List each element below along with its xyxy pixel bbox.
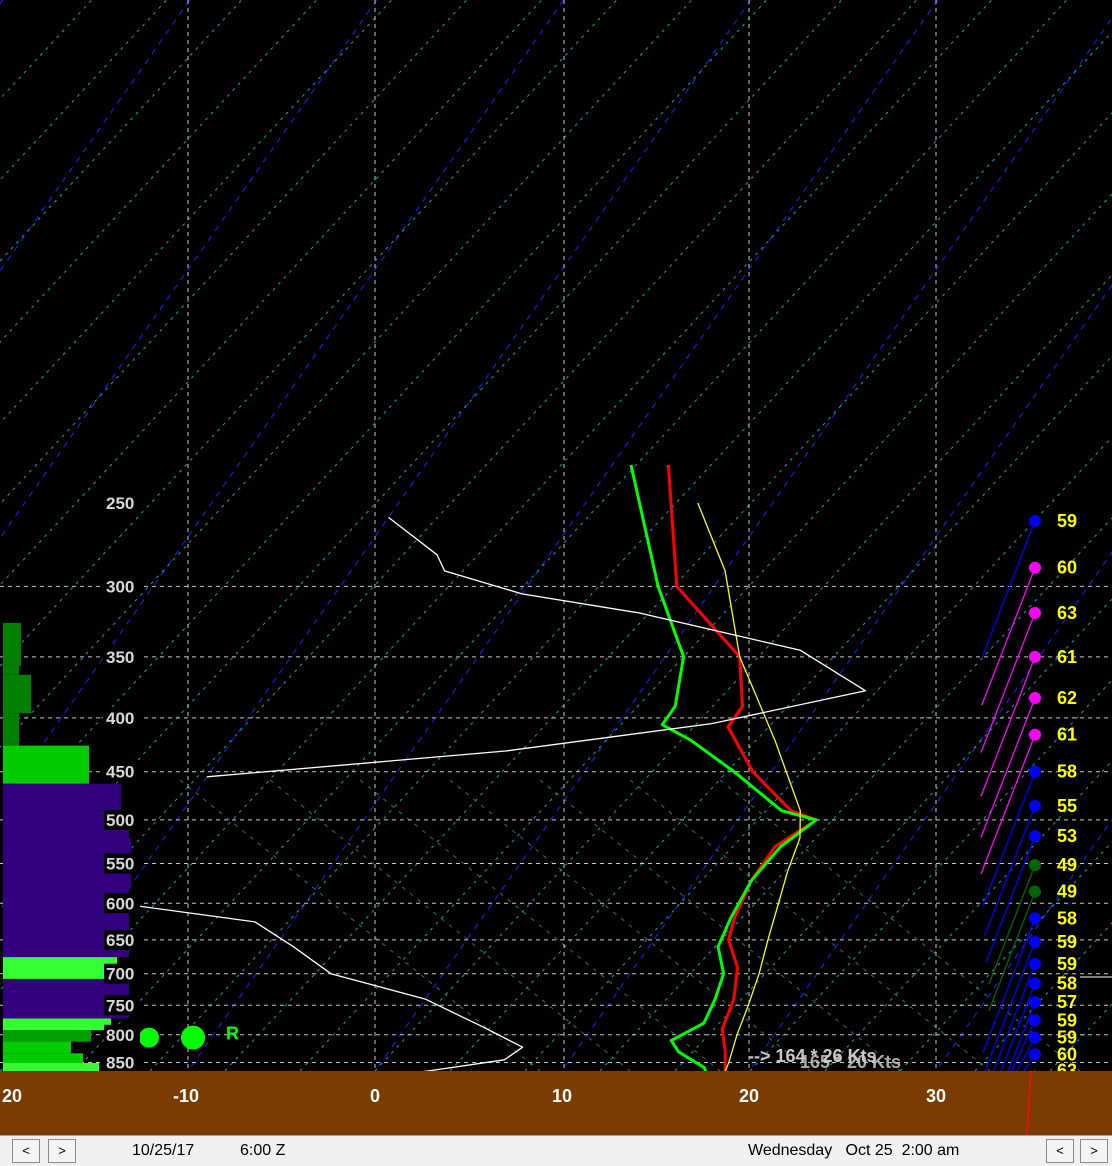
wind-speed-label: 59 — [1057, 511, 1077, 531]
chart-background — [0, 0, 1112, 1135]
precip-type-label: R — [226, 1024, 239, 1044]
cloud-layer-bar — [3, 1018, 111, 1031]
cloud-layer-bar — [3, 1030, 91, 1042]
wind-dot — [1029, 977, 1041, 990]
wind-dot — [1029, 650, 1041, 663]
pressure-label: 850 — [106, 1053, 134, 1072]
cloud-layer-bar — [3, 622, 21, 666]
pressure-label: 550 — [106, 854, 134, 873]
valid-time: Wednesday Oct 25 2:00 am — [748, 1142, 960, 1159]
wind-speed-label: 55 — [1057, 796, 1077, 816]
wind-speed-label: 59 — [1057, 932, 1077, 952]
precip-dot — [181, 1025, 205, 1050]
cloud-layer-bar — [3, 1041, 71, 1054]
precip-dot — [139, 1027, 159, 1048]
prev-page-button[interactable]: < — [1046, 1139, 1074, 1163]
cloud-layer-bar — [3, 674, 31, 714]
wind-dot — [1029, 692, 1041, 705]
next-time-button[interactable]: > — [48, 1139, 76, 1163]
cloud-layer-bar — [3, 713, 19, 746]
wind-dot — [1029, 1014, 1041, 1027]
wind-dot — [1029, 859, 1041, 872]
pressure-label: 400 — [106, 709, 134, 728]
pressure-label: 750 — [106, 996, 134, 1015]
init-date: 10/25/17 — [132, 1142, 195, 1159]
wind-dot — [1029, 765, 1041, 778]
wind-speed-label: 58 — [1057, 908, 1077, 928]
wind-dot — [1029, 957, 1041, 970]
wind-dot — [1029, 996, 1041, 1009]
wind-speed-label: 49 — [1057, 855, 1077, 875]
wind-speed-label: 49 — [1057, 882, 1077, 902]
wind-dot — [1029, 1048, 1041, 1061]
temperature-label: -10 — [173, 1086, 199, 1106]
wind-dot — [1029, 830, 1041, 843]
pressure-label: 450 — [106, 763, 134, 782]
cloud-layer-bar — [3, 957, 117, 979]
temperature-label: 0 — [370, 1086, 380, 1106]
wind-speed-label: 58 — [1057, 762, 1077, 782]
wind-speed-label: 58 — [1057, 973, 1077, 993]
pressure-label: 800 — [106, 1026, 134, 1045]
cloud-layer-bar — [3, 1053, 83, 1064]
wind-speed-label: 57 — [1057, 992, 1077, 1012]
prev-time-button[interactable]: < — [12, 1139, 40, 1163]
wind-dot — [1029, 885, 1041, 898]
wind-speed-label: 59 — [1057, 954, 1077, 974]
wind-speed-label: 53 — [1057, 826, 1077, 846]
temperature-label: 30 — [926, 1086, 946, 1106]
next-page-button[interactable]: > — [1080, 1139, 1108, 1163]
wind-speed-label: 62 — [1057, 688, 1077, 708]
pressure-label: 300 — [106, 577, 134, 596]
pressure-label: 650 — [106, 931, 134, 950]
wind-speed-label: 61 — [1057, 725, 1077, 745]
temperature-label: 10 — [552, 1086, 572, 1106]
cloud-layer-bar — [3, 783, 121, 811]
wind-dot — [1029, 728, 1041, 741]
cloud-layer-bar — [3, 665, 19, 675]
surface-wind-text: 165 * 20 Kts — [800, 1052, 901, 1072]
wind-dot — [1029, 935, 1041, 948]
init-time: 6:00 Z — [240, 1142, 286, 1159]
cloud-layer-bar — [3, 1063, 99, 1071]
wind-dot — [1029, 514, 1041, 527]
skew-t-chart: R 59606361626158555349495859595857595960… — [0, 0, 1112, 1135]
wind-speed-label: 61 — [1057, 647, 1077, 667]
pressure-label: 500 — [106, 811, 134, 830]
pressure-label: 250 — [106, 494, 134, 513]
wind-dot — [1029, 799, 1041, 812]
pressure-label: 700 — [106, 965, 134, 984]
cloud-layer-bar — [3, 745, 89, 784]
temperature-label: 20 — [2, 1086, 22, 1106]
wind-dot — [1029, 912, 1041, 925]
wind-dot — [1029, 561, 1041, 574]
pressure-label: 350 — [106, 648, 134, 667]
pressure-label: 600 — [106, 894, 134, 913]
wind-speed-label: 63 — [1057, 603, 1077, 623]
wind-speed-label: 60 — [1057, 558, 1077, 578]
wind-dot — [1029, 607, 1041, 620]
temperature-label: 20 — [739, 1086, 759, 1106]
status-bar: < > 10/25/17 6:00 Z Wednesday Oct 25 2:0… — [0, 1135, 1112, 1166]
wind-dot — [1029, 1031, 1041, 1044]
